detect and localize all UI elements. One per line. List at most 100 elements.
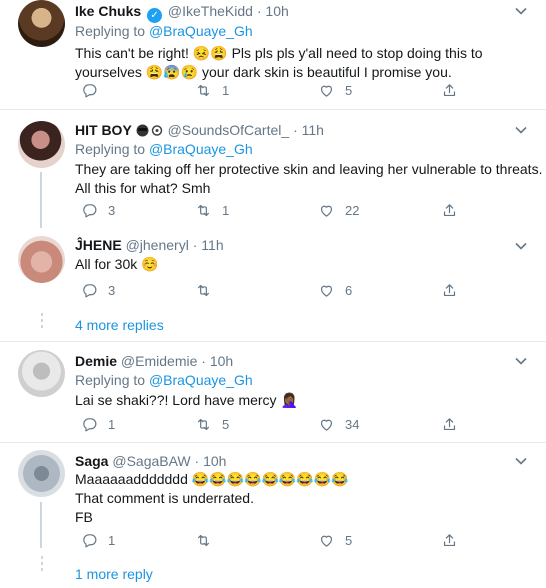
tweet[interactable]: ĴHENE @jheneryl · 11h All for 30k ☺️ 3 6	[0, 236, 546, 306]
separator-dot: ·	[192, 237, 198, 253]
retweet-button[interactable]: 5	[195, 414, 229, 434]
tweet-actions: 3 1 22	[75, 200, 475, 220]
replying-label: Replying to	[75, 372, 146, 388]
retweet-button[interactable]: 1	[195, 80, 229, 100]
chevron-down-icon[interactable]	[514, 123, 528, 137]
user-handle[interactable]: @Emidemie	[121, 353, 197, 369]
tweet[interactable]: Ike Chuks ✓ @IkeTheKidd · 10h Replying t…	[0, 0, 546, 105]
like-button[interactable]: 5	[318, 80, 352, 100]
avatar[interactable]	[18, 236, 65, 283]
divider	[0, 442, 546, 443]
avatar[interactable]	[18, 121, 65, 168]
tweet-actions: 3 6	[75, 280, 475, 300]
chevron-down-icon[interactable]	[514, 239, 528, 253]
user-handle[interactable]: @SoundsOfCartel_	[168, 122, 290, 138]
reply-count: 1	[108, 416, 116, 432]
tweet[interactable]: HIT BOY @SoundsOfCartel_ · 11h Replying …	[0, 118, 546, 230]
tweet-text-line: That comment is underrated.	[75, 490, 254, 506]
tweet-header: Saga @SagaBAW · 10h	[75, 452, 226, 470]
retweet-button[interactable]	[195, 530, 222, 550]
more-replies-link[interactable]: 1 more reply	[75, 566, 153, 582]
chevron-down-icon[interactable]	[514, 454, 528, 468]
retweet-icon	[197, 418, 210, 430]
timestamp[interactable]: 10h	[210, 353, 233, 369]
tweet[interactable]: Demie @Emidemie · 10h Replying to @BraQu…	[0, 350, 546, 440]
reply-button[interactable]: 3	[81, 280, 115, 300]
user-handle[interactable]: @IkeTheKidd	[168, 3, 253, 19]
divider	[0, 341, 546, 342]
replying-to: Replying to @BraQuaye_Gh	[75, 140, 253, 159]
thread-connector	[40, 502, 42, 548]
retweet-button[interactable]: 1	[195, 200, 229, 220]
like-count: 5	[345, 532, 353, 548]
reply-icon	[83, 83, 97, 97]
replying-to: Replying to @BraQuaye_Gh	[75, 371, 253, 390]
reply-button[interactable]: 1	[81, 530, 115, 550]
like-icon	[320, 535, 333, 547]
divider	[0, 109, 546, 110]
share-icon	[443, 283, 456, 296]
display-name[interactable]: HIT BOY	[75, 122, 132, 138]
mention-link[interactable]: @BraQuaye_Gh	[149, 372, 253, 388]
share-button[interactable]	[441, 530, 458, 550]
retweet-button[interactable]	[195, 280, 222, 300]
like-button[interactable]: 34	[318, 414, 359, 434]
replying-label: Replying to	[75, 141, 146, 157]
display-name[interactable]: Saga	[75, 453, 108, 469]
tweet-text-line: All for 30k ☺️	[75, 256, 159, 272]
separator-dot: ·	[256, 3, 262, 19]
avatar[interactable]	[18, 0, 65, 47]
avatar[interactable]	[18, 450, 65, 497]
reply-count: 3	[108, 282, 116, 298]
mention-link[interactable]: @BraQuaye_Gh	[149, 141, 253, 157]
like-icon	[320, 205, 333, 217]
mention-link[interactable]: @BraQuaye_Gh	[149, 23, 253, 39]
tweet-text: All for 30k ☺️	[75, 255, 159, 274]
timestamp[interactable]: 10h	[265, 3, 288, 19]
retweet-icon	[197, 84, 210, 96]
reply-icon	[83, 283, 97, 297]
tweet-text-line: They are taking off her protective skin …	[75, 161, 543, 177]
share-button[interactable]	[441, 200, 458, 220]
avatar[interactable]	[18, 350, 65, 397]
reply-button[interactable]: 1	[81, 414, 115, 434]
retweet-count: 1	[222, 82, 230, 98]
display-name[interactable]: ĴHENE	[75, 237, 122, 253]
timestamp[interactable]: 11h	[201, 237, 223, 253]
like-count: 5	[345, 82, 353, 98]
tweet[interactable]: Saga @SagaBAW · 10h Maaaaaaddddddd 😂😂😂😂😂…	[0, 450, 546, 550]
timestamp[interactable]: 11h	[302, 122, 324, 138]
user-handle[interactable]: @jheneryl	[126, 237, 189, 253]
retweet-icon	[197, 284, 210, 296]
tweet-header: ĴHENE @jheneryl · 11h	[75, 236, 224, 254]
like-button[interactable]: 5	[318, 530, 352, 550]
tweet-text: Lai se shaki??! Lord have mercy 🤦🏾‍♀️	[75, 391, 298, 410]
reply-button[interactable]: 3	[81, 200, 115, 220]
chevron-down-icon[interactable]	[514, 354, 528, 368]
share-button[interactable]	[441, 280, 458, 300]
tweet-text: This can't be right! 😣😩 Pls pls pls y'al…	[75, 44, 483, 82]
tweet-text-line: Maaaaaaddddddd 😂😂😂😂😂😂😂😂😂	[75, 471, 349, 487]
like-button[interactable]: 6	[318, 280, 352, 300]
verified-badge-icon: ✓	[147, 8, 163, 23]
tweet-text: They are taking off her protective skin …	[75, 160, 542, 198]
replying-label: Replying to	[75, 23, 146, 39]
retweet-count: 1	[222, 202, 230, 218]
like-icon	[320, 285, 333, 297]
reply-count: 1	[108, 532, 116, 548]
reply-count: 3	[108, 202, 116, 218]
reply-button[interactable]	[81, 80, 108, 100]
share-icon	[443, 83, 456, 96]
timestamp[interactable]: 10h	[203, 453, 226, 469]
thread-connector	[40, 172, 42, 228]
user-handle[interactable]: @SagaBAW	[112, 453, 190, 469]
display-name[interactable]: Demie	[75, 353, 117, 369]
separator-dot: ·	[293, 122, 298, 138]
tweet-header: HIT BOY @SoundsOfCartel_ · 11h	[75, 121, 324, 141]
display-name[interactable]: Ike Chuks	[75, 3, 141, 19]
more-replies-link[interactable]: 4 more replies	[75, 317, 164, 333]
share-button[interactable]	[441, 80, 458, 100]
like-button[interactable]: 22	[318, 200, 359, 220]
share-button[interactable]	[441, 414, 458, 434]
chevron-down-icon[interactable]	[514, 4, 528, 18]
